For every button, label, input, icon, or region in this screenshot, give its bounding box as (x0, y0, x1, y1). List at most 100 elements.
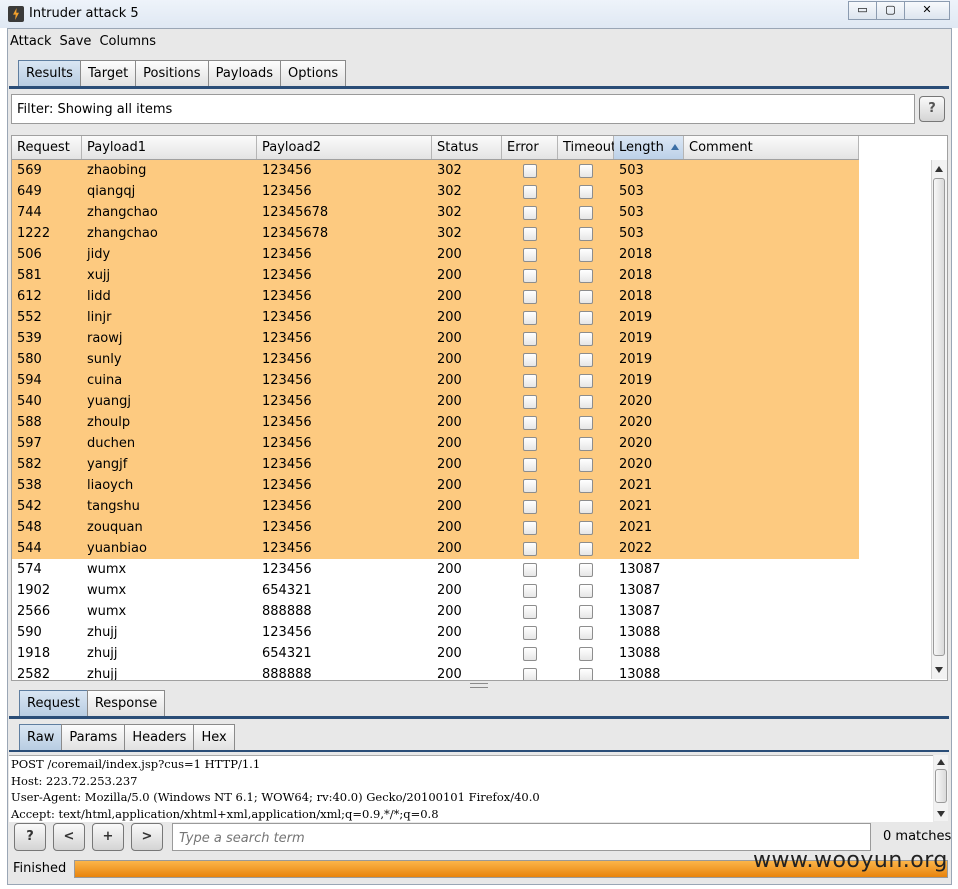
error-checkbox[interactable] (523, 164, 537, 178)
tab-hex[interactable]: Hex (193, 724, 235, 750)
error-checkbox[interactable] (523, 416, 537, 430)
col-payload2[interactable]: Payload2 (257, 136, 432, 159)
error-checkbox[interactable] (523, 185, 537, 199)
error-checkbox[interactable] (523, 227, 537, 241)
error-checkbox[interactable] (523, 521, 537, 535)
table-row[interactable]: 590 zhujj 123456 200 13088 (12, 622, 859, 643)
table-row[interactable]: 1918 zhujj 654321 200 13088 (12, 643, 859, 664)
timeout-checkbox[interactable] (579, 584, 593, 598)
table-row[interactable]: 538 liaoych 123456 200 2021 (12, 475, 859, 496)
timeout-checkbox[interactable] (579, 290, 593, 304)
table-row[interactable]: 569 zhaobing 123456 302 503 (12, 160, 859, 181)
table-row[interactable]: 744 zhangchao 12345678 302 503 (12, 202, 859, 223)
error-checkbox[interactable] (523, 374, 537, 388)
table-row[interactable]: 612 lidd 123456 200 2018 (12, 286, 859, 307)
search-prev-button[interactable]: < (53, 823, 85, 851)
timeout-checkbox[interactable] (579, 374, 593, 388)
table-row[interactable]: 597 duchen 123456 200 2020 (12, 433, 859, 454)
timeout-checkbox[interactable] (579, 353, 593, 367)
search-add-button[interactable]: + (92, 823, 124, 851)
timeout-checkbox[interactable] (579, 479, 593, 493)
error-checkbox[interactable] (523, 626, 537, 640)
tab-target[interactable]: Target (79, 60, 137, 86)
tab-results[interactable]: Results (18, 60, 81, 86)
error-checkbox[interactable] (523, 542, 537, 556)
timeout-checkbox[interactable] (579, 248, 593, 262)
error-checkbox[interactable] (523, 248, 537, 262)
timeout-checkbox[interactable] (579, 206, 593, 220)
scroll-down-icon[interactable] (935, 667, 943, 673)
table-row[interactable]: 540 yuangj 123456 200 2020 (12, 391, 859, 412)
error-checkbox[interactable] (523, 479, 537, 493)
timeout-checkbox[interactable] (579, 563, 593, 577)
error-checkbox[interactable] (523, 311, 537, 325)
error-checkbox[interactable] (523, 290, 537, 304)
search-help-button[interactable]: ? (14, 823, 46, 851)
timeout-checkbox[interactable] (579, 227, 593, 241)
table-row[interactable]: 574 wumx 123456 200 13087 (12, 559, 859, 580)
col-status[interactable]: Status (432, 136, 502, 159)
timeout-checkbox[interactable] (579, 164, 593, 178)
error-checkbox[interactable] (523, 332, 537, 346)
tab-raw[interactable]: Raw (19, 724, 63, 750)
table-row[interactable]: 588 zhoulp 123456 200 2020 (12, 412, 859, 433)
error-checkbox[interactable] (523, 395, 537, 409)
table-row[interactable]: 542 tangshu 123456 200 2021 (12, 496, 859, 517)
error-checkbox[interactable] (523, 563, 537, 577)
timeout-checkbox[interactable] (579, 437, 593, 451)
timeout-checkbox[interactable] (579, 458, 593, 472)
close-button[interactable]: ✕ (904, 1, 950, 20)
timeout-checkbox[interactable] (579, 332, 593, 346)
col-payload1[interactable]: Payload1 (82, 136, 257, 159)
table-row[interactable]: 2566 wumx 888888 200 13087 (12, 601, 859, 622)
table-row[interactable]: 2582 zhujj 888888 200 13088 (12, 664, 859, 680)
tab-payloads[interactable]: Payloads (207, 60, 282, 86)
timeout-checkbox[interactable] (579, 269, 593, 283)
table-row[interactable]: 506 jidy 123456 200 2018 (12, 244, 859, 265)
error-checkbox[interactable] (523, 458, 537, 472)
maximize-button[interactable]: ▢ (876, 1, 905, 20)
table-row[interactable]: 552 linjr 123456 200 2019 (12, 307, 859, 328)
timeout-checkbox[interactable] (579, 185, 593, 199)
timeout-checkbox[interactable] (579, 500, 593, 514)
timeout-checkbox[interactable] (579, 668, 593, 680)
timeout-checkbox[interactable] (579, 626, 593, 640)
error-checkbox[interactable] (523, 668, 537, 680)
minimize-button[interactable]: ▭ (848, 1, 877, 20)
error-checkbox[interactable] (523, 584, 537, 598)
timeout-checkbox[interactable] (579, 647, 593, 661)
filter-bar[interactable]: Filter: Showing all items (11, 94, 915, 124)
col-comment[interactable]: Comment (684, 136, 859, 159)
error-checkbox[interactable] (523, 605, 537, 619)
tab-headers[interactable]: Headers (124, 724, 195, 750)
table-row[interactable]: 1902 wumx 654321 200 13087 (12, 580, 859, 601)
error-checkbox[interactable] (523, 353, 537, 367)
table-row[interactable]: 548 zouquan 123456 200 2021 (12, 517, 859, 538)
table-row[interactable]: 582 yangjf 123456 200 2020 (12, 454, 859, 475)
table-row[interactable]: 581 xujj 123456 200 2018 (12, 265, 859, 286)
col-request[interactable]: Request (12, 136, 82, 159)
raw-request-editor[interactable]: POST /coremail/index.jsp?cus=1 HTTP/1.1 … (9, 755, 933, 822)
timeout-checkbox[interactable] (579, 395, 593, 409)
timeout-checkbox[interactable] (579, 416, 593, 430)
scroll-thumb[interactable] (933, 178, 945, 656)
editor-scroll-up-icon[interactable] (937, 759, 945, 765)
search-next-button[interactable]: > (131, 823, 163, 851)
table-row[interactable]: 580 sunly 123456 200 2019 (12, 349, 859, 370)
table-row[interactable]: 544 yuanbiao 123456 200 2022 (12, 538, 859, 559)
scroll-up-icon[interactable] (935, 166, 943, 172)
col-error[interactable]: Error (502, 136, 558, 159)
split-pane-handle[interactable] (470, 683, 488, 688)
search-input[interactable] (177, 826, 861, 850)
timeout-checkbox[interactable] (579, 605, 593, 619)
error-checkbox[interactable] (523, 206, 537, 220)
timeout-checkbox[interactable] (579, 521, 593, 535)
tab-options[interactable]: Options (280, 60, 347, 86)
tab-request[interactable]: Request (19, 690, 88, 716)
editor-scroll-thumb[interactable] (935, 769, 947, 803)
editor-scrollbar[interactable] (934, 755, 948, 821)
tab-positions[interactable]: Positions (135, 60, 209, 86)
tab-response[interactable]: Response (86, 690, 166, 716)
table-row[interactable]: 1222 zhangchao 12345678 302 503 (12, 223, 859, 244)
timeout-checkbox[interactable] (579, 311, 593, 325)
